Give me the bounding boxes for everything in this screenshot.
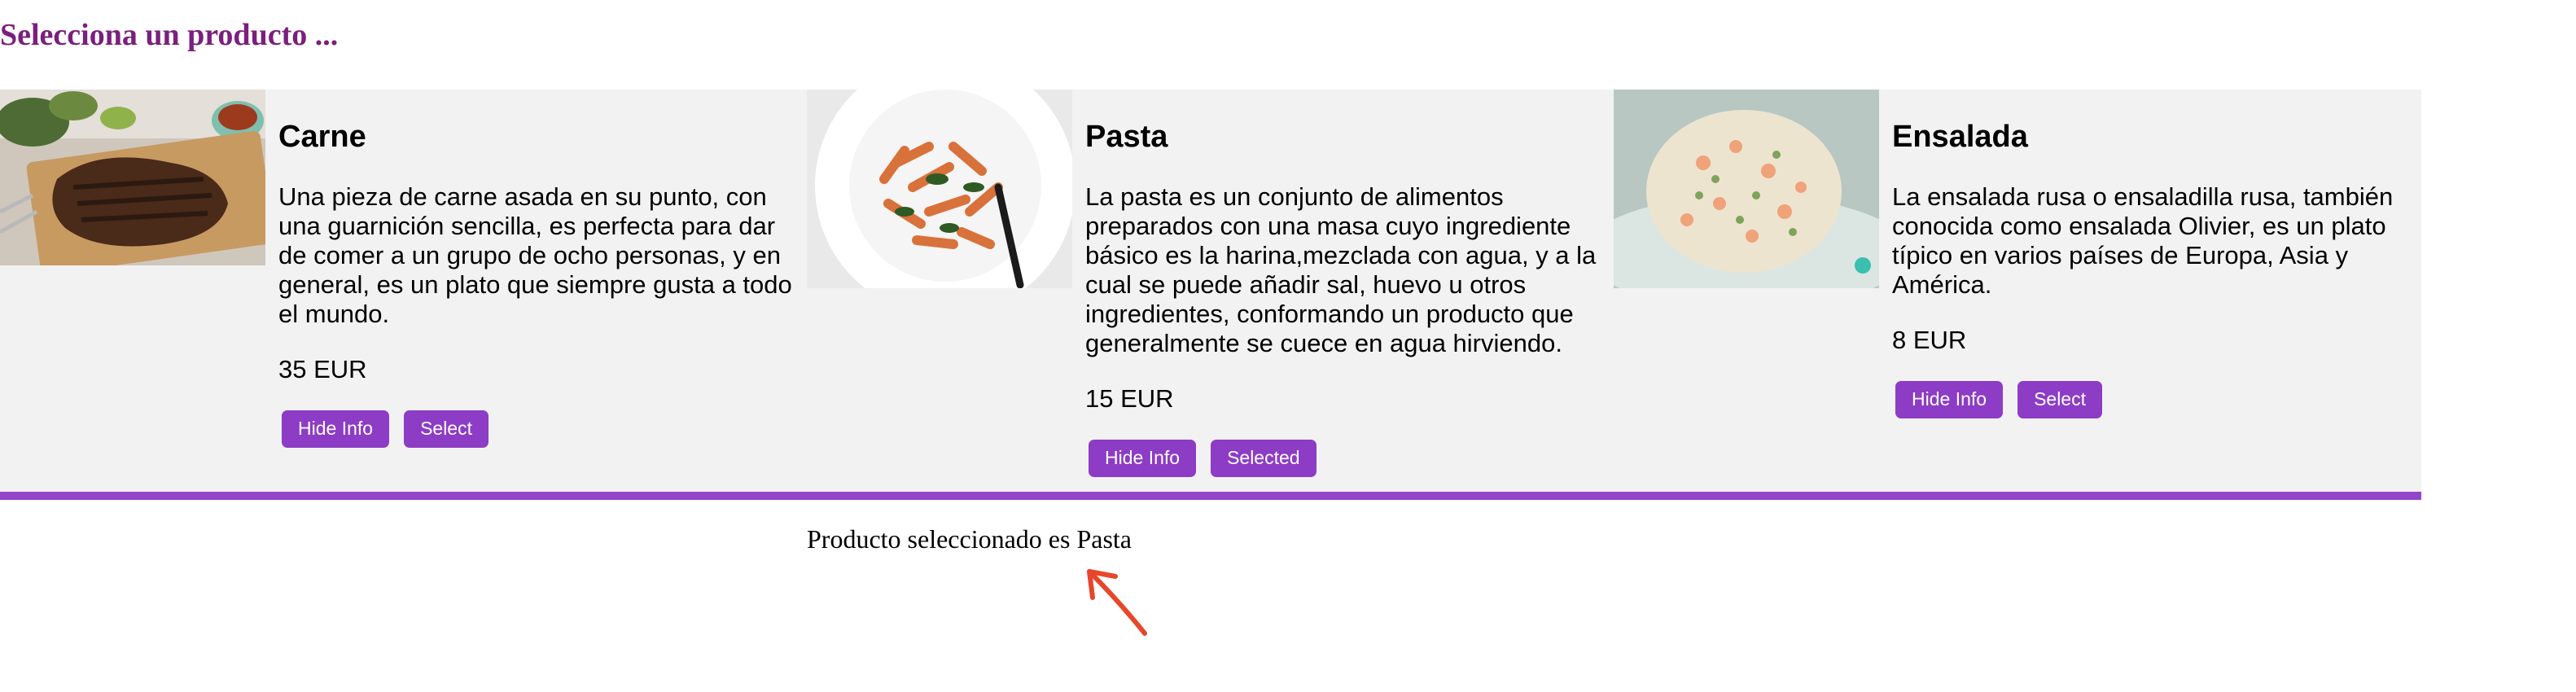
hide-info-button[interactable]: Hide Info [1895, 380, 2004, 418]
product-image-pasta [807, 90, 1072, 288]
product-price: 8 EUR [1892, 325, 1967, 354]
product-actions: Hide Info Select [278, 410, 794, 448]
product-list: Carne Una pieza de carne asada en su pun… [0, 90, 2421, 493]
page-title: Selecciona un producto ... [0, 18, 339, 52]
product-actions: Hide Info Select [1892, 380, 2407, 418]
hide-info-button[interactable]: Hide Info [282, 410, 390, 448]
product-name: Pasta [1085, 120, 1168, 154]
product-price: 15 EUR [1085, 383, 1174, 413]
product-price: 35 EUR [278, 354, 367, 383]
divider [0, 492, 2421, 500]
select-button[interactable]: Select [2017, 380, 2102, 418]
product-name: Ensalada [1892, 120, 2028, 154]
product-info-pasta: Pasta La pasta es un conjunto de aliment… [1072, 90, 1601, 477]
annotation-arrow-icon [1087, 569, 1147, 636]
product-card-carne: Carne Una pieza de carne asada en su pun… [0, 90, 807, 493]
product-name: Carne [278, 120, 366, 154]
product-image-ensalada [1614, 90, 1879, 288]
product-card-ensalada: Ensalada La ensalada rusa o ensaladilla … [1614, 90, 2420, 493]
hide-info-button[interactable]: Hide Info [1089, 439, 1197, 477]
product-card-pasta: Pasta La pasta es un conjunto de aliment… [807, 90, 1614, 493]
product-description: Una pieza de carne asada en su punto, co… [278, 182, 792, 328]
product-actions: Hide Info Selected [1085, 439, 1601, 477]
selected-product-message: Producto seleccionado es Pasta [807, 524, 1132, 554]
selected-button[interactable]: Selected [1211, 439, 1316, 477]
product-info-ensalada: Ensalada La ensalada rusa o ensaladilla … [1879, 90, 2407, 418]
product-info-carne: Carne Una pieza de carne asada en su pun… [265, 90, 794, 448]
product-description: La pasta es un conjunto de alimentos pre… [1085, 182, 1597, 357]
product-description: La ensalada rusa o ensaladilla rusa, tam… [1892, 182, 2394, 299]
select-button[interactable]: Select [404, 410, 488, 448]
product-image-carne [0, 90, 265, 265]
